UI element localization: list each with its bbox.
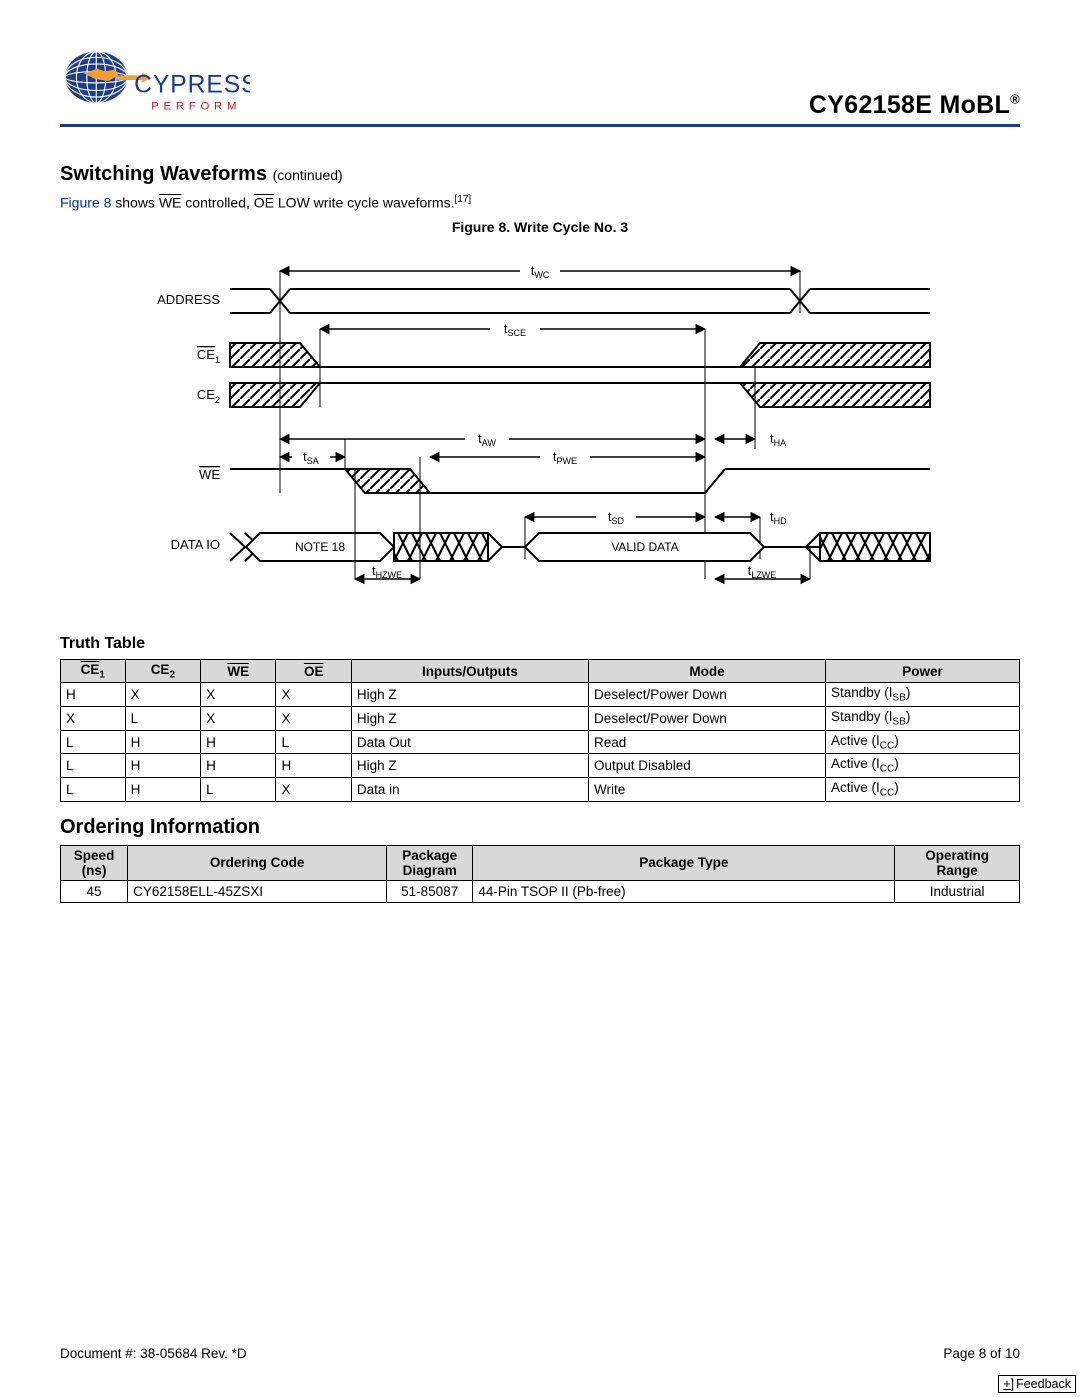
- truth-table: CE1 CE2 WE OE Inputs/Outputs Mode Power …: [60, 659, 1020, 802]
- svg-text:tLZWE: tLZWE: [748, 563, 777, 580]
- label-we: WE: [199, 467, 220, 482]
- page-footer: Document #: 38-05684 Rev. *D Page 8 of 1…: [60, 1346, 1020, 1361]
- label-ce1: CE1: [197, 347, 220, 365]
- th-pkgtype: Package Type: [473, 845, 895, 880]
- th-speed: Speed(ns): [61, 845, 128, 880]
- figure-link[interactable]: Figure 8: [60, 195, 111, 211]
- th-io: Inputs/Outputs: [351, 659, 588, 683]
- truth-table-heading: Truth Table: [60, 635, 1020, 653]
- label-ce2: CE2: [197, 387, 220, 405]
- svg-text:PERFORM: PERFORM: [151, 100, 241, 112]
- th-power: Power: [826, 659, 1020, 683]
- th-we: WE: [201, 659, 276, 683]
- svg-text:tHZWE: tHZWE: [372, 563, 402, 580]
- label-dataio: DATA IO: [171, 537, 220, 552]
- label-address: ADDRESS: [157, 292, 220, 307]
- intro-text: Figure 8 shows WE controlled, OE LOW wri…: [60, 194, 1020, 211]
- timing-diagram: ADDRESS CE1 CE2 WE DATA IO tWC: [60, 249, 1020, 589]
- ordering-table: Speed(ns) Ordering Code PackageDiagram P…: [60, 845, 1020, 903]
- table-row: 45 CY62158ELL-45ZSXI 51-85087 44-Pin TSO…: [61, 880, 1020, 902]
- svg-text:tHD: tHD: [770, 509, 787, 526]
- header-rule: [60, 124, 1020, 127]
- company-logo: CYPRESS PERFORM: [60, 45, 250, 120]
- feedback-button[interactable]: +]Feedback: [998, 1375, 1076, 1393]
- th-oe: OE: [276, 659, 351, 683]
- th-mode: Mode: [588, 659, 825, 683]
- product-title: CY62158E MoBL®: [809, 91, 1020, 120]
- page-header: CYPRESS PERFORM CY62158E MoBL®: [60, 45, 1020, 120]
- svg-text:VALID DATA: VALID DATA: [611, 540, 678, 554]
- table-row: LHHHHigh ZOutput DisabledActive (ICC): [61, 754, 1020, 778]
- svg-text:CYPRESS: CYPRESS: [134, 71, 250, 98]
- page-number: Page 8 of 10: [943, 1346, 1020, 1361]
- th-ce1: CE1: [61, 659, 126, 683]
- th-pkgdiag: PackageDiagram: [387, 845, 473, 880]
- figure-caption: Figure 8. Write Cycle No. 3: [60, 219, 1020, 235]
- th-range: OperatingRange: [895, 845, 1020, 880]
- table-row: XLXXHigh ZDeselect/Power DownStandby (IS…: [61, 707, 1020, 731]
- table-row: LHLXData inWriteActive (ICC): [61, 778, 1020, 802]
- svg-text:NOTE 18: NOTE 18: [295, 540, 345, 554]
- th-code: Ordering Code: [128, 845, 387, 880]
- section-heading: Switching Waveforms (continued): [60, 163, 1020, 186]
- svg-text:tHA: tHA: [770, 431, 786, 448]
- ordering-heading: Ordering Information: [60, 816, 1020, 839]
- table-row: HXXXHigh ZDeselect/Power DownStandby (IS…: [61, 683, 1020, 707]
- th-ce2: CE2: [125, 659, 200, 683]
- table-row: LHHLData OutReadActive (ICC): [61, 730, 1020, 754]
- doc-number: Document #: 38-05684 Rev. *D: [60, 1346, 247, 1361]
